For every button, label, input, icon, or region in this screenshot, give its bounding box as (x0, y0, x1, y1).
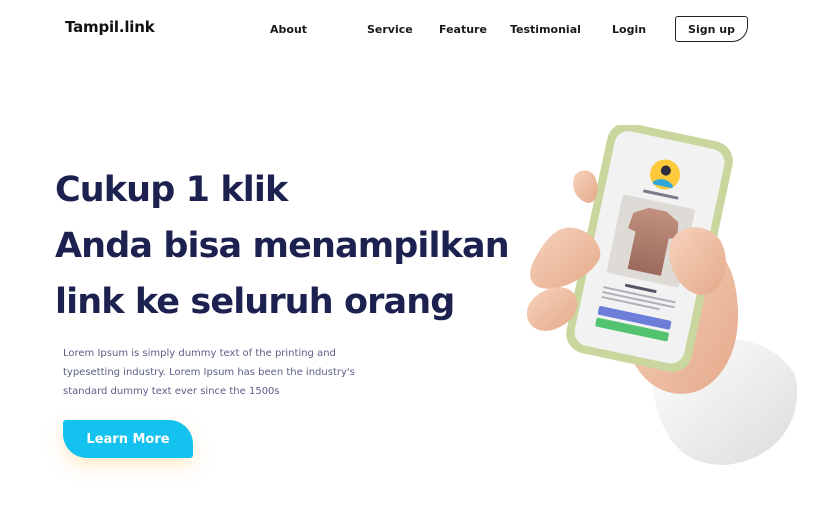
nav-testimonial[interactable]: Testimonial (510, 23, 581, 36)
nav-about[interactable]: About (270, 23, 307, 36)
nav-feature[interactable]: Feature (439, 23, 487, 36)
hand-holding-phone-illustration (526, 125, 798, 465)
hero-description: Lorem Ipsum is simply dummy text of the … (63, 348, 355, 397)
hero-headline-line-2: Anda bisa menampilkan (55, 226, 510, 266)
learn-more-button[interactable]: Learn More (63, 420, 193, 458)
site-logo[interactable]: Tampil.link (65, 18, 155, 36)
hero-headline-line-3: link ke seluruh orang (55, 282, 455, 322)
nav-service[interactable]: Service (367, 23, 413, 36)
hero-headline-line-1: Cukup 1 klik (55, 170, 288, 210)
nav-login[interactable]: Login (612, 23, 646, 36)
signup-button[interactable]: Sign up (675, 16, 748, 42)
